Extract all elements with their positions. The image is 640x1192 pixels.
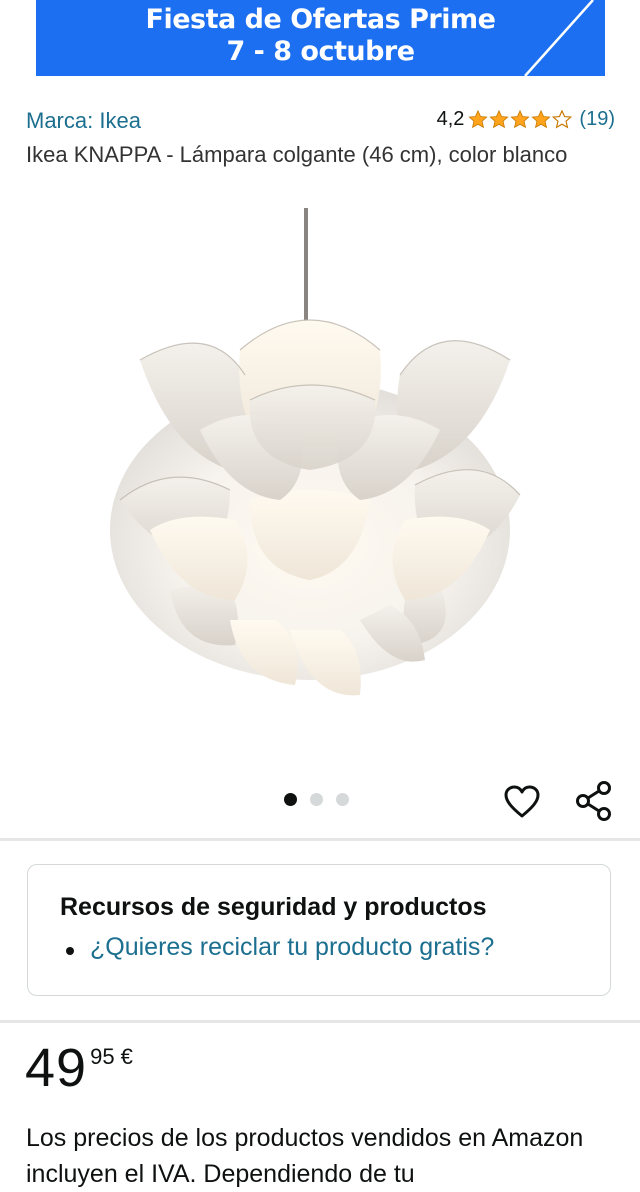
safety-title: Recursos de seguridad y productos [60, 893, 487, 921]
banner-decoration [524, 0, 594, 76]
price-fraction: 95 € [90, 1044, 133, 1069]
star-full-icon [531, 110, 552, 129]
promo-banner[interactable]: Fiesta de Ofertas Prime 7 - 8 octubre [36, 0, 605, 76]
vat-disclaimer: Los precios de los productos vendidos en… [26, 1124, 584, 1188]
recycle-link[interactable]: ¿Quieres reciclar tu producto gratis? [90, 933, 494, 962]
rating-count: (19) [579, 108, 615, 130]
image-carousel-dots [284, 793, 349, 806]
product-image[interactable] [60, 200, 580, 720]
section-divider [0, 1020, 640, 1023]
bullet [66, 947, 74, 955]
star-full-icon [468, 110, 489, 129]
brand-link[interactable]: Marca: Ikea [26, 108, 141, 134]
add-to-list-button[interactable] [503, 784, 541, 820]
star-empty-icon [552, 110, 573, 129]
carousel-dot-active[interactable] [284, 793, 297, 806]
share-button[interactable] [575, 780, 613, 822]
price-whole: 49 [25, 1038, 88, 1098]
carousel-dot[interactable] [336, 793, 349, 806]
rating-value: 4,2 [436, 108, 465, 130]
carousel-dot[interactable] [310, 793, 323, 806]
star-rating [468, 110, 573, 129]
star-full-icon [510, 110, 531, 129]
section-divider [0, 838, 640, 841]
heart-icon [504, 785, 540, 818]
price: 49 95 € [25, 1038, 133, 1098]
rating-summary[interactable]: 4,2 (19) [437, 108, 615, 131]
star-full-icon [489, 110, 510, 129]
safety-resources-card: Recursos de seguridad y productos ¿Quier… [27, 864, 611, 996]
product-title: Ikea KNAPPA - Lámpara colgante (46 cm), … [26, 142, 568, 167]
share-icon [576, 781, 611, 821]
